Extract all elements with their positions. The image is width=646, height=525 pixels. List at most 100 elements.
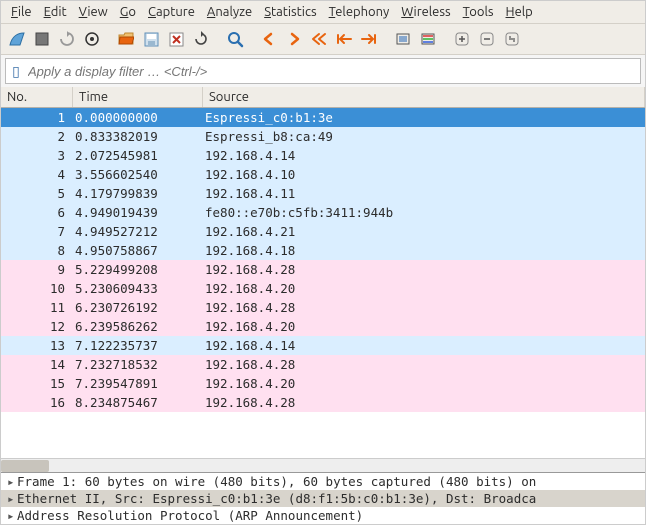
go-first-icon[interactable] [332, 27, 356, 51]
go-forward-icon[interactable] [282, 27, 306, 51]
cell-time: 4.949527212 [73, 222, 203, 241]
packet-detail-pane[interactable]: ▸Frame 1: 60 bytes on wire (480 bits), 6… [1, 472, 645, 524]
packet-list-hscrollbar[interactable] [1, 458, 645, 472]
cell-no: 9 [1, 260, 73, 279]
packet-list[interactable]: 10.000000000Espressi_c0:b1:3e20.83338201… [1, 108, 645, 458]
menu-statistics[interactable]: Statistics [258, 3, 322, 21]
cell-source: 192.168.4.28 [203, 298, 645, 317]
menu-wireless[interactable]: Wireless [395, 3, 456, 21]
shark-fin-icon[interactable] [5, 27, 29, 51]
packet-row[interactable]: 147.232718532192.168.4.28 [1, 355, 645, 374]
cell-source: 192.168.4.20 [203, 279, 645, 298]
cell-time: 6.230726192 [73, 298, 203, 317]
packet-row[interactable]: 105.230609433192.168.4.20 [1, 279, 645, 298]
menu-file[interactable]: File [5, 3, 38, 21]
cell-source: 192.168.4.14 [203, 146, 645, 165]
cell-source: fe80::e70b:c5fb:3411:944b [203, 203, 645, 222]
cell-time: 4.950758867 [73, 241, 203, 260]
menu-help[interactable]: Help [500, 3, 539, 21]
expand-triangle-icon[interactable]: ▸ [7, 491, 17, 506]
packet-row[interactable]: 84.950758867192.168.4.18 [1, 241, 645, 260]
menu-go[interactable]: Go [114, 3, 142, 21]
cell-time: 4.179799839 [73, 184, 203, 203]
cell-no: 4 [1, 165, 73, 184]
cell-no: 1 [1, 108, 73, 127]
scrollbar-thumb[interactable] [1, 460, 49, 472]
cell-source: Espressi_b8:ca:49 [203, 127, 645, 146]
cell-source: 192.168.4.28 [203, 260, 645, 279]
packet-list-header: No. Time Source [1, 87, 645, 108]
restart-capture-icon[interactable] [55, 27, 79, 51]
filter-bookmark-icon[interactable]: ▯ [6, 63, 26, 80]
cell-source: 192.168.4.20 [203, 374, 645, 393]
save-file-icon[interactable] [139, 27, 163, 51]
capture-options-icon[interactable] [80, 27, 104, 51]
column-header-no[interactable]: No. [1, 87, 73, 107]
cell-no: 7 [1, 222, 73, 241]
detail-row[interactable]: ▸Address Resolution Protocol (ARP Announ… [1, 507, 645, 524]
menu-telephony[interactable]: Telephony [323, 3, 396, 21]
colorize-icon[interactable] [416, 27, 440, 51]
cell-no: 16 [1, 393, 73, 412]
cell-time: 0.000000000 [73, 108, 203, 127]
packet-row[interactable]: 32.072545981192.168.4.14 [1, 146, 645, 165]
expand-triangle-icon[interactable]: ▸ [7, 474, 17, 489]
detail-row[interactable]: ▸Frame 1: 60 bytes on wire (480 bits), 6… [1, 473, 645, 490]
cell-time: 5.230609433 [73, 279, 203, 298]
cell-no: 12 [1, 317, 73, 336]
auto-scroll-icon[interactable] [391, 27, 415, 51]
zoom-reset-icon[interactable] [500, 27, 524, 51]
close-file-icon[interactable] [164, 27, 188, 51]
cell-time: 6.239586262 [73, 317, 203, 336]
display-filter-input[interactable] [26, 64, 640, 79]
cell-time: 7.239547891 [73, 374, 203, 393]
packet-row[interactable]: 43.556602540192.168.4.10 [1, 165, 645, 184]
cell-time: 5.229499208 [73, 260, 203, 279]
packet-row[interactable]: 54.179799839192.168.4.11 [1, 184, 645, 203]
cell-no: 6 [1, 203, 73, 222]
expand-triangle-icon[interactable]: ▸ [7, 508, 17, 523]
packet-row[interactable]: 20.833382019Espressi_b8:ca:49 [1, 127, 645, 146]
cell-source: 192.168.4.10 [203, 165, 645, 184]
menu-analyze[interactable]: Analyze [201, 3, 258, 21]
menu-capture[interactable]: Capture [142, 3, 201, 21]
detail-row[interactable]: ▸Ethernet II, Src: Espressi_c0:b1:3e (d8… [1, 490, 645, 507]
cell-no: 10 [1, 279, 73, 298]
cell-source: Espressi_c0:b1:3e [203, 108, 645, 127]
menu-edit[interactable]: Edit [38, 3, 73, 21]
menu-view[interactable]: View [73, 3, 114, 21]
column-header-time[interactable]: Time [73, 87, 203, 107]
cell-no: 8 [1, 241, 73, 260]
find-packet-icon[interactable] [223, 27, 247, 51]
jump-to-packet-icon[interactable] [307, 27, 331, 51]
packet-row[interactable]: 10.000000000Espressi_c0:b1:3e [1, 108, 645, 127]
menu-bar: FileEditViewGoCaptureAnalyzeStatisticsTe… [1, 1, 645, 24]
go-back-icon[interactable] [257, 27, 281, 51]
packet-row[interactable]: 116.230726192192.168.4.28 [1, 298, 645, 317]
packet-row[interactable]: 74.949527212192.168.4.21 [1, 222, 645, 241]
cell-source: 192.168.4.18 [203, 241, 645, 260]
cell-time: 7.122235737 [73, 336, 203, 355]
display-filter-bar: ▯ [5, 58, 641, 84]
zoom-out-icon[interactable] [475, 27, 499, 51]
packet-row[interactable]: 157.239547891192.168.4.20 [1, 374, 645, 393]
cell-source: 192.168.4.21 [203, 222, 645, 241]
cell-time: 7.232718532 [73, 355, 203, 374]
menu-tools[interactable]: Tools [457, 3, 500, 21]
cell-time: 8.234875467 [73, 393, 203, 412]
packet-row[interactable]: 126.239586262192.168.4.20 [1, 317, 645, 336]
reload-file-icon[interactable] [189, 27, 213, 51]
packet-row[interactable]: 95.229499208192.168.4.28 [1, 260, 645, 279]
cell-no: 15 [1, 374, 73, 393]
cell-source: 192.168.4.11 [203, 184, 645, 203]
zoom-in-icon[interactable] [450, 27, 474, 51]
packet-row[interactable]: 137.122235737192.168.4.14 [1, 336, 645, 355]
packet-row[interactable]: 168.234875467192.168.4.28 [1, 393, 645, 412]
cell-time: 0.833382019 [73, 127, 203, 146]
column-header-source[interactable]: Source [203, 87, 645, 107]
go-last-icon[interactable] [357, 27, 381, 51]
open-file-icon[interactable] [114, 27, 138, 51]
packet-row[interactable]: 64.949019439fe80::e70b:c5fb:3411:944b [1, 203, 645, 222]
stop-capture-icon[interactable] [30, 27, 54, 51]
cell-source: 192.168.4.14 [203, 336, 645, 355]
